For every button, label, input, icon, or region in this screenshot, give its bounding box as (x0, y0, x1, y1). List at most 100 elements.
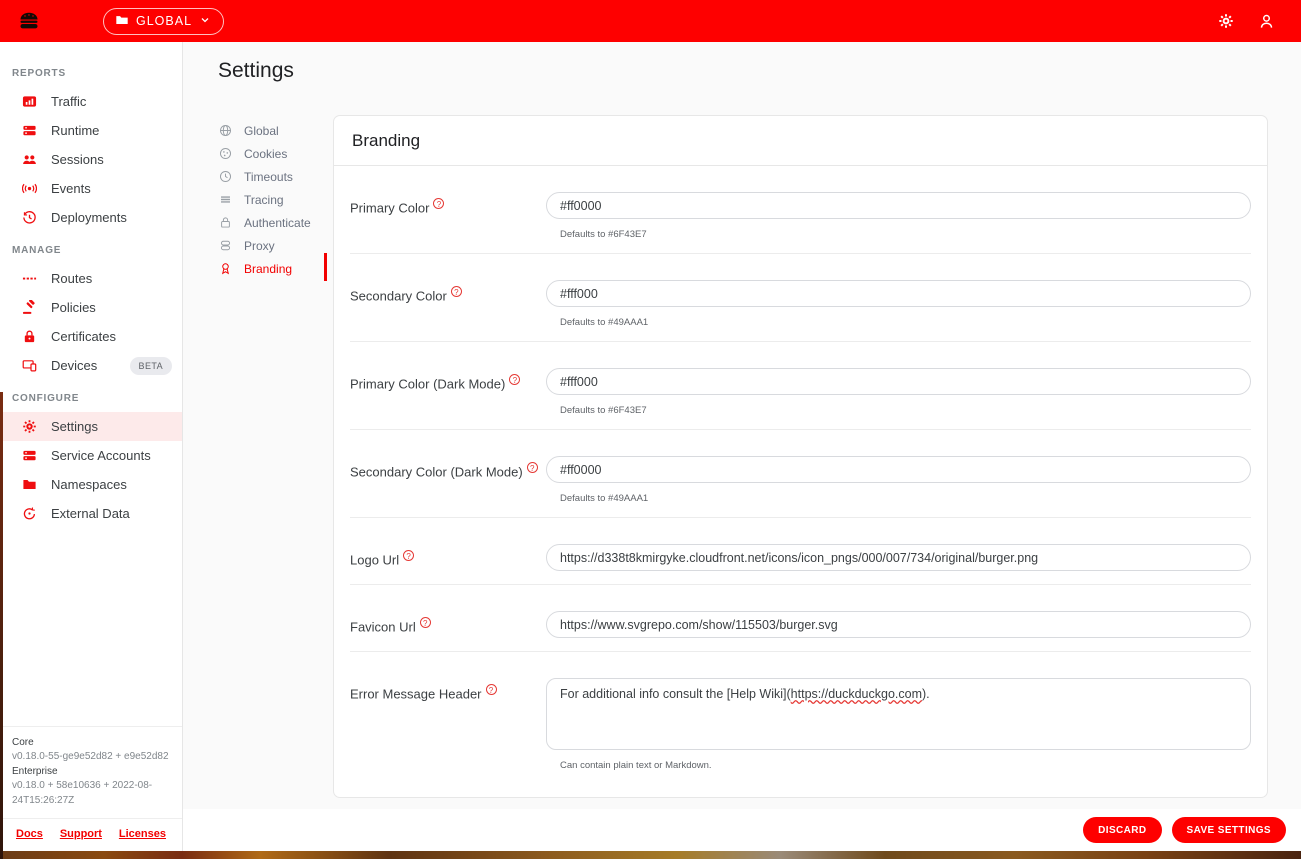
field-helper-text: Can contain plain text or Markdown. (560, 760, 1251, 771)
gear-icon[interactable] (1218, 13, 1234, 29)
sidebar-item-label: Sessions (51, 152, 104, 167)
help-icon[interactable]: ? (420, 617, 431, 628)
award-ribbon-icon (218, 262, 232, 276)
enterprise-version-value: v0.18.0 + 58e10636 + 2022-08-24T15:26:27… (12, 779, 170, 808)
policies-gavel-icon (21, 300, 37, 316)
save-settings-button[interactable]: SAVE SETTINGS (1172, 817, 1286, 843)
sidebar-item-runtime[interactable]: Runtime (0, 116, 182, 145)
primary-color-input[interactable] (546, 192, 1251, 219)
service-accounts-icon (21, 448, 37, 464)
proxy-server-icon (218, 239, 232, 253)
help-icon[interactable]: ? (451, 286, 462, 297)
card-title: Branding (334, 116, 1267, 166)
folder-icon (115, 13, 129, 30)
tab-label: Cookies (244, 147, 287, 161)
help-icon[interactable]: ? (509, 374, 520, 385)
deployments-history-icon (21, 210, 37, 226)
burger-logo-icon[interactable] (17, 9, 41, 33)
tab-global[interactable]: Global (218, 119, 325, 142)
beta-badge: BETA (130, 357, 172, 375)
help-icon[interactable]: ? (433, 198, 444, 209)
lock-icon (21, 329, 37, 345)
background-photo-strip (0, 851, 1301, 859)
docs-link[interactable]: Docs (16, 828, 43, 840)
settings-subnav: Global Cookies Timeouts (218, 115, 325, 280)
logo-url-input[interactable] (546, 544, 1251, 571)
form-row-favicon-url: Favicon Url? (350, 585, 1251, 652)
help-icon[interactable]: ? (403, 550, 414, 561)
sidebar-item-devices[interactable]: Devices BETA (0, 351, 182, 380)
tab-cookies[interactable]: Cookies (218, 142, 325, 165)
primary-color-dark-input[interactable] (546, 368, 1251, 395)
sidebar-item-label: Deployments (51, 210, 127, 225)
secondary-color-dark-input[interactable] (546, 456, 1251, 483)
tab-label: Timeouts (244, 170, 293, 184)
tab-label: Tracing (244, 193, 284, 207)
sidebar-item-settings[interactable]: Settings (0, 412, 182, 441)
user-icon[interactable] (1258, 13, 1275, 30)
cookie-icon (218, 147, 232, 161)
field-label: Favicon Url? (350, 611, 546, 638)
support-link[interactable]: Support (60, 828, 102, 840)
sidebar-item-label: Traffic (51, 94, 86, 109)
tab-tracing[interactable]: Tracing (218, 188, 325, 211)
tab-timeouts[interactable]: Timeouts (218, 165, 325, 188)
sidebar-item-external-data[interactable]: External Data (0, 499, 182, 528)
topbar: GLOBAL (0, 0, 1301, 42)
active-tab-indicator (324, 253, 327, 281)
form-row-secondary-color-dark: Secondary Color (Dark Mode)? Defaults to… (350, 430, 1251, 518)
devices-icon (21, 358, 37, 374)
form-actions-bar: DISCARD SAVE SETTINGS (183, 809, 1301, 851)
help-icon[interactable]: ? (527, 462, 538, 473)
events-broadcast-icon (21, 181, 37, 197)
sidebar-footer-links: Docs Support Licenses (0, 818, 182, 851)
sidebar-item-label: Events (51, 181, 91, 196)
sidebar-item-service-accounts[interactable]: Service Accounts (0, 441, 182, 470)
sidebar-item-label: Policies (51, 300, 96, 315)
sidebar-item-policies[interactable]: Policies (0, 293, 182, 322)
secondary-color-input[interactable] (546, 280, 1251, 307)
org-switcher-label: GLOBAL (136, 14, 192, 28)
sessions-icon (21, 152, 37, 168)
field-label: Error Message Header? (350, 678, 546, 771)
tab-label: Global (244, 124, 279, 138)
sidebar-item-label: Runtime (51, 123, 99, 138)
traffic-chart-icon (21, 94, 37, 110)
field-label: Secondary Color? (350, 280, 546, 328)
section-title-manage: MANAGE (12, 245, 182, 256)
discard-button[interactable]: DISCARD (1083, 817, 1161, 843)
sidebar: REPORTS Traffic Runtime Sessions (0, 42, 183, 851)
sidebar-item-label: Certificates (51, 329, 116, 344)
sidebar-item-label: Devices (51, 358, 97, 373)
help-icon[interactable]: ? (486, 684, 497, 695)
error-message-header-input[interactable]: For additional info consult the [Help Wi… (546, 678, 1251, 750)
field-label: Primary Color (Dark Mode)? (350, 368, 546, 416)
sidebar-item-routes[interactable]: Routes (0, 264, 182, 293)
runtime-icon (21, 123, 37, 139)
chevron-down-icon (199, 14, 211, 29)
globe-icon (218, 124, 232, 138)
org-switcher[interactable]: GLOBAL (103, 8, 224, 35)
sidebar-item-sessions[interactable]: Sessions (0, 145, 182, 174)
section-title-reports: REPORTS (12, 68, 182, 79)
favicon-url-input[interactable] (546, 611, 1251, 638)
tab-proxy[interactable]: Proxy (218, 234, 325, 257)
sidebar-item-label: Namespaces (51, 477, 127, 492)
licenses-link[interactable]: Licenses (119, 828, 166, 840)
sidebar-item-label: Settings (51, 419, 98, 434)
tracing-lines-icon (218, 193, 232, 207)
sidebar-item-certificates[interactable]: Certificates (0, 322, 182, 351)
tab-label: Branding (244, 262, 292, 276)
spellcheck-underlined-url: https://duckduckgo.com (791, 687, 922, 701)
form-row-error-message-header: Error Message Header? For additional inf… (350, 652, 1251, 797)
lock-outline-icon (218, 216, 232, 230)
clock-icon (218, 170, 232, 184)
field-helper-text: Defaults to #6F43E7 (560, 229, 1251, 240)
tab-branding[interactable]: Branding (218, 257, 325, 280)
sidebar-item-namespaces[interactable]: Namespaces (0, 470, 182, 499)
tab-authenticate[interactable]: Authenticate (218, 211, 325, 234)
sidebar-item-events[interactable]: Events (0, 174, 182, 203)
form-row-logo-url: Logo Url? (350, 518, 1251, 585)
sidebar-item-traffic[interactable]: Traffic (0, 87, 182, 116)
sidebar-item-deployments[interactable]: Deployments (0, 203, 182, 232)
